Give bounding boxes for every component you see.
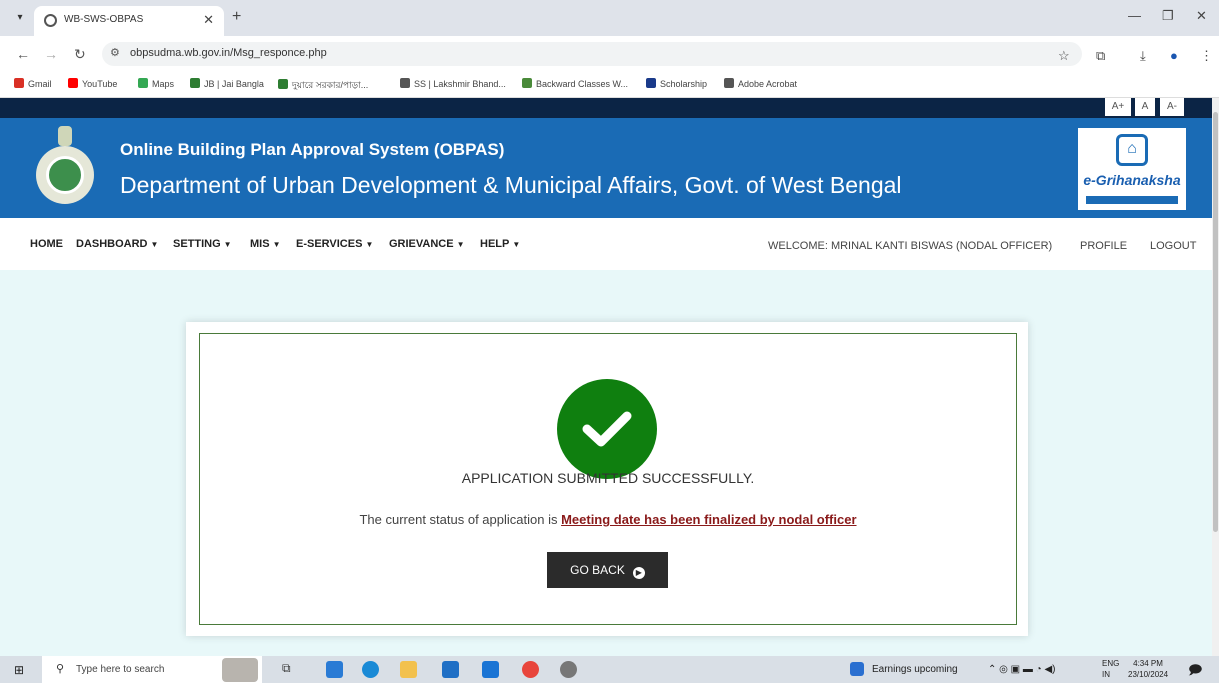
font-increase-button[interactable]: A+ bbox=[1105, 98, 1131, 116]
mail-icon[interactable] bbox=[482, 661, 499, 678]
west-bengal-emblem-logo bbox=[34, 126, 96, 204]
youtube-icon bbox=[68, 78, 78, 88]
nav-e-services[interactable]: E-SERVICES ▼ bbox=[296, 238, 373, 250]
bookmark-maps[interactable]: Maps bbox=[138, 78, 174, 89]
status-prefix: The current status of application is bbox=[359, 512, 562, 527]
bookmark-lakshmir-bhandar[interactable]: SS | Lakshmir Bhand... bbox=[400, 78, 506, 89]
logo-text: e-Grihanaksha bbox=[1083, 172, 1181, 188]
edge-icon[interactable] bbox=[362, 661, 379, 678]
back-arrow-icon[interactable]: ← bbox=[16, 46, 30, 62]
gmail-icon bbox=[14, 78, 24, 88]
bookmark-youtube[interactable]: YouTube bbox=[68, 78, 117, 89]
address-bar[interactable]: ⚙ obpsudma.wb.gov.in/Msg_responce.php bbox=[102, 42, 1082, 66]
logout-link[interactable]: LOGOUT bbox=[1150, 240, 1196, 252]
site-banner bbox=[0, 118, 1212, 218]
top-strip: A+ A A- bbox=[0, 98, 1212, 118]
duare-sarkar-icon bbox=[278, 79, 288, 89]
nav-help[interactable]: HELP ▼ bbox=[480, 238, 520, 250]
status-message: The current status of application is Mee… bbox=[199, 512, 1017, 527]
language-indicator[interactable]: ENG IN bbox=[1102, 658, 1119, 680]
browser-menu-icon[interactable]: ⋮ bbox=[1200, 48, 1213, 64]
forward-arrow-icon[interactable]: → bbox=[44, 46, 58, 62]
extensions-icon[interactable]: ⧉ bbox=[1096, 48, 1105, 64]
microsoft-store-icon[interactable] bbox=[442, 661, 459, 678]
taskbar-clock[interactable]: 4:34 PM 23/10/2024 bbox=[1128, 658, 1168, 680]
font-decrease-button[interactable]: A- bbox=[1160, 98, 1184, 116]
nav-dashboard[interactable]: DASHBOARD ▼ bbox=[76, 238, 158, 250]
bookmark-jai-bangla[interactable]: JB | Jai Bangla bbox=[190, 78, 264, 89]
bookmark-adobe-acrobat[interactable]: Adobe Acrobat bbox=[724, 78, 797, 89]
url-text[interactable]: obpsudma.wb.gov.in/Msg_responce.php bbox=[130, 47, 327, 59]
weather-news-icon[interactable] bbox=[850, 662, 864, 676]
download-icon[interactable]: ⤓ bbox=[1140, 48, 1146, 64]
nav-setting[interactable]: SETTING ▼ bbox=[173, 238, 232, 250]
app-icon[interactable] bbox=[560, 661, 577, 678]
search-highlight-cat-image[interactable] bbox=[222, 658, 258, 682]
bookmark-scholarship[interactable]: Scholarship bbox=[646, 78, 707, 89]
bookmark-gmail[interactable]: Gmail bbox=[14, 78, 52, 89]
window-maximize-icon[interactable]: ❐ bbox=[1162, 8, 1174, 24]
status-value-link[interactable]: Meeting date has been finalized by nodal… bbox=[561, 512, 856, 527]
search-icon: ⚲ bbox=[56, 663, 65, 675]
maps-icon bbox=[138, 78, 148, 88]
nav-home[interactable]: HOME bbox=[30, 238, 63, 250]
browser-tab-bar: ▾ WB-SWS-OBPAS ✕ + — ❐ ✕ bbox=[0, 0, 1219, 36]
e-grihanaksha-logo: ⌂ e-Grihanaksha bbox=[1078, 128, 1186, 210]
bookmark-backward-classes[interactable]: Backward Classes W... bbox=[522, 78, 628, 89]
bookmark-duare-sarkar[interactable]: দুয়ারে সরকার/পাড়া... bbox=[278, 78, 368, 93]
scholarship-icon bbox=[646, 78, 656, 88]
new-tab-plus-icon[interactable]: + bbox=[232, 8, 241, 26]
caret-down-icon: ▼ bbox=[512, 240, 521, 249]
close-icon[interactable]: ✕ bbox=[203, 12, 214, 28]
circle-arrow-right-icon: ▶ bbox=[632, 567, 645, 579]
globe-icon bbox=[400, 78, 410, 88]
search-placeholder: Type here to search bbox=[76, 664, 165, 675]
file-explorer-icon[interactable] bbox=[400, 661, 417, 678]
bookmarks-bar: Gmail YouTube Maps JB | Jai Bangla দুয়া… bbox=[0, 72, 1219, 98]
go-back-label: GO BACK bbox=[570, 563, 625, 577]
window-minimize-icon[interactable]: — bbox=[1128, 8, 1141, 23]
browser-toolbar: ← → ↻ ⚙ obpsudma.wb.gov.in/Msg_responce.… bbox=[0, 36, 1219, 72]
jai-bangla-icon bbox=[190, 78, 200, 88]
window-close-icon[interactable]: ✕ bbox=[1196, 8, 1207, 24]
scrollbar-thumb[interactable] bbox=[1213, 112, 1218, 532]
bookmark-star-icon[interactable]: ☆ bbox=[1058, 48, 1070, 64]
caret-down-icon: ▼ bbox=[223, 240, 232, 249]
main-navbar: HOME DASHBOARD ▼ SETTING ▼ MIS ▼ E-SERVICES… bbox=[0, 218, 1212, 270]
copilot-icon[interactable] bbox=[326, 661, 343, 678]
notification-text[interactable]: Earnings upcoming bbox=[872, 664, 958, 675]
site-info-icon[interactable]: ⚙ bbox=[110, 46, 120, 59]
tab-title: WB-SWS-OBPAS bbox=[64, 14, 144, 25]
task-view-icon[interactable]: ⧉ bbox=[282, 661, 299, 678]
tab-list-chevron-icon[interactable]: ▾ bbox=[12, 10, 28, 26]
font-normal-button[interactable]: A bbox=[1135, 98, 1155, 116]
profile-avatar-icon[interactable]: ● bbox=[1170, 48, 1178, 63]
welcome-user-text: WELCOME: MRINAL KANTI BISWAS (NODAL OFFI… bbox=[768, 240, 1053, 252]
system-tray-icons[interactable]: ⌃ ◎ ▣ ▬ ◔ ◀) bbox=[988, 664, 1056, 675]
caret-down-icon: ▼ bbox=[150, 240, 159, 249]
profile-link[interactable]: PROFILE bbox=[1080, 240, 1127, 252]
success-check-icon bbox=[557, 379, 657, 479]
windows-taskbar: ⊞ ⚲ Type here to search ⧉ Earnings upcom… bbox=[0, 656, 1219, 683]
globe-icon bbox=[724, 78, 734, 88]
caret-down-icon: ▼ bbox=[456, 240, 465, 249]
department-title: Department of Urban Development & Munici… bbox=[120, 172, 902, 198]
success-message: APPLICATION SUBMITTED SUCCESSFULLY. bbox=[461, 470, 755, 486]
browser-tab-active[interactable]: WB-SWS-OBPAS ✕ bbox=[34, 6, 224, 36]
nav-mis[interactable]: MIS ▼ bbox=[250, 238, 280, 250]
system-title: Online Building Plan Approval System (OB… bbox=[120, 140, 505, 159]
windows-start-icon[interactable]: ⊞ bbox=[14, 663, 24, 677]
caret-down-icon: ▼ bbox=[272, 240, 281, 249]
notifications-icon[interactable]: 🗩 bbox=[1188, 661, 1202, 683]
house-icon: ⌂ bbox=[1116, 134, 1148, 166]
chrome-icon[interactable] bbox=[522, 661, 539, 678]
caret-down-icon: ▼ bbox=[365, 240, 374, 249]
nav-grievance[interactable]: GRIEVANCE ▼ bbox=[389, 238, 465, 250]
go-back-button[interactable]: GO BACK ▶ bbox=[547, 552, 668, 588]
reload-icon[interactable]: ↻ bbox=[74, 46, 86, 63]
globe-icon bbox=[44, 14, 57, 27]
backward-classes-icon bbox=[522, 78, 532, 88]
